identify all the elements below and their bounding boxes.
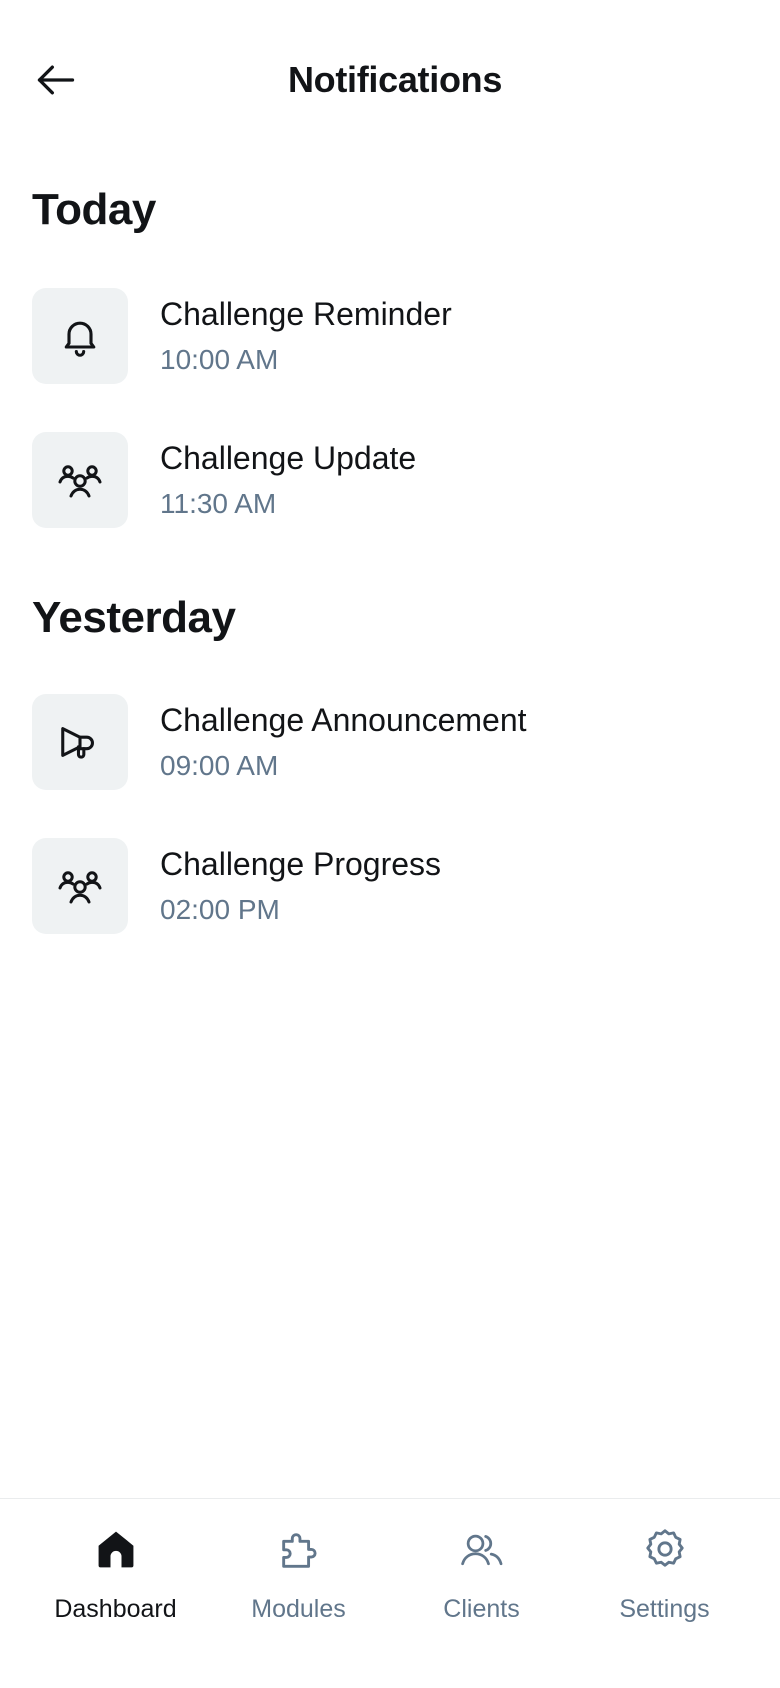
notifications-screen: Notifications Today Challenge Reminder 1…: [0, 0, 780, 1688]
nav-item-clients[interactable]: Clients: [384, 1499, 579, 1639]
users-icon: [458, 1525, 506, 1573]
header: Notifications: [0, 0, 780, 160]
notification-item[interactable]: Challenge Update 11:30 AM: [32, 432, 748, 528]
nav-label: Clients: [443, 1595, 520, 1623]
nav-label: Modules: [251, 1595, 346, 1623]
notification-icon-tile: [32, 838, 128, 934]
notification-icon-tile: [32, 288, 128, 384]
bell-icon: [64, 321, 96, 357]
notification-time: 02:00 PM: [160, 894, 280, 925]
bottom-nav: Dashboard Modules Clients Settings: [0, 1498, 780, 1688]
notification-time: 10:00 AM: [160, 344, 279, 375]
notification-title: Challenge Reminder: [160, 296, 452, 332]
nav-item-dashboard[interactable]: Dashboard: [18, 1499, 213, 1639]
users-group-icon: [58, 465, 102, 498]
page-title: Notifications: [287, 59, 503, 100]
notification-title: Challenge Announcement: [160, 702, 527, 738]
puzzle-icon: [275, 1525, 323, 1573]
notification-title: Challenge Progress: [160, 846, 442, 882]
notification-icon-tile: [32, 432, 128, 528]
section-title-today: Today: [32, 185, 156, 234]
nav-item-settings[interactable]: Settings: [567, 1499, 762, 1639]
nav-label: Settings: [619, 1595, 710, 1623]
users-group-icon: [58, 871, 102, 904]
notification-time: 11:30 AM: [160, 488, 277, 519]
notification-item[interactable]: Challenge Announcement 09:00 AM: [32, 694, 748, 790]
nav-label: Dashboard: [54, 1595, 177, 1623]
home-icon: [92, 1525, 140, 1573]
section-title-yesterday: Yesterday: [32, 593, 236, 642]
notification-title: Challenge Update: [160, 440, 417, 476]
notification-icon-tile: [32, 694, 128, 790]
notification-item[interactable]: Challenge Reminder 10:00 AM: [32, 288, 748, 384]
notification-time: 09:00 AM: [160, 750, 279, 781]
notification-item[interactable]: Challenge Progress 02:00 PM: [32, 838, 748, 934]
nav-item-modules[interactable]: Modules: [201, 1499, 396, 1639]
megaphone-icon: [61, 727, 94, 759]
gear-icon: [641, 1525, 689, 1573]
